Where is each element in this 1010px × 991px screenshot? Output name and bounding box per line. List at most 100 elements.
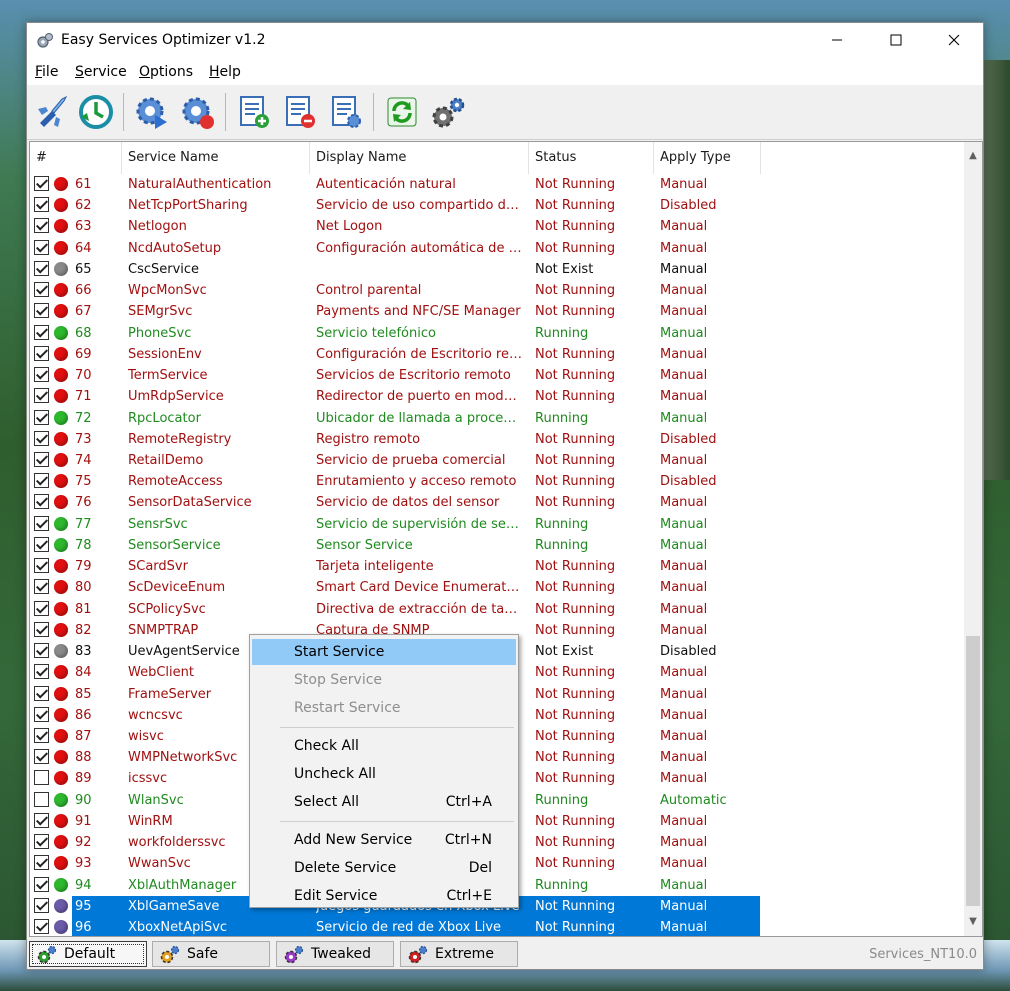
row-checkbox[interactable] — [34, 282, 49, 298]
menu-help[interactable]: Help — [209, 64, 241, 80]
table-row[interactable]: 64 NcdAutoSetup Configuración automática d… — [30, 238, 964, 259]
table-row[interactable]: 72 RpcLocator Ubicador de llamada a proced… — [30, 408, 964, 429]
table-row[interactable]: 66 WpcMonSvc Control parental Not Running Ma… — [30, 280, 964, 301]
row-checkbox[interactable] — [34, 812, 49, 828]
minimize-button[interactable] — [814, 23, 860, 59]
row-checkbox[interactable] — [34, 367, 49, 383]
row-checkbox[interactable] — [34, 515, 49, 531]
table-row[interactable]: 81 SCPolicySvc Directiva de extracción de … — [30, 599, 964, 620]
menu-options[interactable]: Options — [139, 64, 193, 80]
add-list-button[interactable] — [235, 93, 273, 131]
context-menu-stop-service[interactable]: Stop Service — [252, 667, 516, 693]
row-checkbox[interactable] — [34, 303, 49, 319]
maximize-button[interactable] — [873, 23, 919, 59]
row-checkbox[interactable] — [34, 579, 49, 595]
row-checkbox[interactable] — [34, 876, 49, 892]
context-menu-start-service[interactable]: Start Service — [252, 639, 516, 665]
table-row[interactable]: 76 SensorDataService Servicio de datos del… — [30, 492, 964, 513]
column-header-apply-type[interactable]: Apply Type — [654, 142, 761, 174]
row-checkbox[interactable] — [34, 834, 49, 850]
service-name: Netlogon — [128, 219, 187, 235]
settings-button[interactable] — [429, 93, 467, 131]
table-row[interactable]: 78 SensorService Sensor Service Running Manu… — [30, 535, 964, 556]
table-row[interactable]: 77 SensrSvc Servicio de supervisión de sen… — [30, 514, 964, 535]
table-row[interactable]: 62 NetTcpPortSharing Servicio de uso compa… — [30, 195, 964, 216]
table-row[interactable]: 70 TermService Servicios de Escritorio rem… — [30, 365, 964, 386]
row-checkbox[interactable] — [34, 494, 49, 510]
delete-list-button[interactable] — [281, 93, 319, 131]
preset-tweaked-button[interactable]: Tweaked — [276, 941, 394, 967]
table-row[interactable]: 67 SEMgrSvc Payments and NFC/SE Manager Not… — [30, 301, 964, 322]
table-row[interactable]: 80 ScDeviceEnum Smart Card Device Enumerat… — [30, 577, 964, 598]
display-name: Servicio de red de Xbox Live — [316, 920, 502, 936]
row-checkbox[interactable] — [34, 919, 49, 935]
row-checkbox[interactable] — [34, 239, 49, 255]
row-checkbox[interactable] — [34, 770, 49, 786]
row-checkbox[interactable] — [34, 558, 49, 574]
row-checkbox[interactable] — [34, 176, 49, 191]
row-checkbox[interactable] — [34, 388, 49, 404]
restore-button[interactable] — [77, 93, 115, 131]
row-checkbox[interactable] — [34, 897, 49, 913]
column-header-display-name[interactable]: Display Name — [310, 142, 529, 174]
context-menu-uncheck-all[interactable]: Uncheck All — [252, 761, 516, 787]
row-checkbox[interactable] — [34, 324, 49, 340]
table-row[interactable]: 74 RetailDemo Servicio de prueba comercial… — [30, 450, 964, 471]
row-checkbox[interactable] — [34, 218, 49, 234]
row-checkbox[interactable] — [34, 727, 49, 743]
row-checkbox[interactable] — [34, 685, 49, 701]
row-checkbox[interactable] — [34, 260, 49, 276]
start-service-button[interactable] — [133, 93, 171, 131]
row-checkbox[interactable] — [34, 791, 49, 807]
table-row[interactable]: 75 RemoteAccess Enrutamiento y acceso remo… — [30, 471, 964, 492]
stop-service-button[interactable] — [179, 93, 217, 131]
row-checkbox[interactable] — [34, 664, 49, 680]
row-checkbox[interactable] — [34, 706, 49, 722]
preset-extreme-button[interactable]: Extreme — [400, 941, 518, 967]
table-row[interactable]: 63 Netlogon Net Logon Not Running Manual — [30, 216, 964, 237]
table-row[interactable]: 71 UmRdpService Redirector de puerto en mo… — [30, 386, 964, 407]
row-checkbox[interactable] — [34, 600, 49, 616]
table-row[interactable]: 79 SCardSvr Tarjeta inteligente Not Running… — [30, 556, 964, 577]
column-header-service-name[interactable]: Service Name — [122, 142, 310, 174]
row-checkbox[interactable] — [34, 197, 49, 213]
table-row[interactable]: 61 NaturalAuthentication Autenticación nat… — [30, 174, 964, 195]
row-checkbox[interactable] — [34, 621, 49, 637]
service-name: WpcMonSvc — [128, 283, 207, 299]
preset-default-button[interactable]: Default — [29, 941, 147, 967]
table-row[interactable]: 68 PhoneSvc Servicio telefónico Running Manu… — [30, 323, 964, 344]
scroll-up-icon[interactable]: ▲ — [964, 142, 982, 170]
row-checkbox[interactable] — [34, 536, 49, 552]
column-header-status[interactable]: Status — [529, 142, 654, 174]
row-checkbox[interactable] — [34, 430, 49, 446]
close-button[interactable] — [931, 23, 977, 59]
row-checkbox[interactable] — [34, 451, 49, 467]
row-checkbox[interactable] — [34, 749, 49, 765]
vertical-scrollbar[interactable]: ▲ ▼ — [964, 142, 982, 936]
column-header-num[interactable]: # — [30, 142, 122, 174]
menu-file[interactable]: File — [35, 64, 58, 80]
row-checkbox[interactable] — [34, 473, 49, 489]
service-status: Not Running — [535, 920, 616, 936]
refresh-button[interactable] — [383, 93, 421, 131]
edit-list-button[interactable] — [327, 93, 365, 131]
table-row[interactable]: 69 SessionEnv Configuración de Escritorio … — [30, 344, 964, 365]
context-menu-delete-service[interactable]: Delete Service Del — [252, 855, 516, 881]
row-checkbox[interactable] — [34, 409, 49, 425]
table-row[interactable]: 73 RemoteRegistry Registro remoto Not Runni… — [30, 429, 964, 450]
row-checkbox[interactable] — [34, 855, 49, 871]
table-row[interactable]: 65 CscService Not Exist Manual — [30, 259, 964, 280]
optimize-button[interactable] — [32, 93, 70, 131]
context-menu-edit-service[interactable]: Edit Service Ctrl+E — [252, 883, 516, 909]
preset-safe-button[interactable]: Safe — [152, 941, 270, 967]
scroll-down-icon[interactable]: ▼ — [964, 908, 982, 936]
context-menu-add-new-service[interactable]: Add New Service Ctrl+N — [252, 827, 516, 853]
scrollbar-thumb[interactable] — [966, 636, 980, 906]
row-checkbox[interactable] — [34, 345, 49, 361]
table-row[interactable]: 96 XboxNetApiSvc Servicio de red de Xbox L… — [30, 917, 964, 936]
context-menu-check-all[interactable]: Check All — [252, 733, 516, 759]
context-menu-select-all[interactable]: Select All Ctrl+A — [252, 789, 516, 815]
context-menu-restart-service[interactable]: Restart Service — [252, 695, 516, 721]
row-checkbox[interactable] — [34, 643, 49, 659]
menu-service[interactable]: Service — [75, 64, 127, 80]
